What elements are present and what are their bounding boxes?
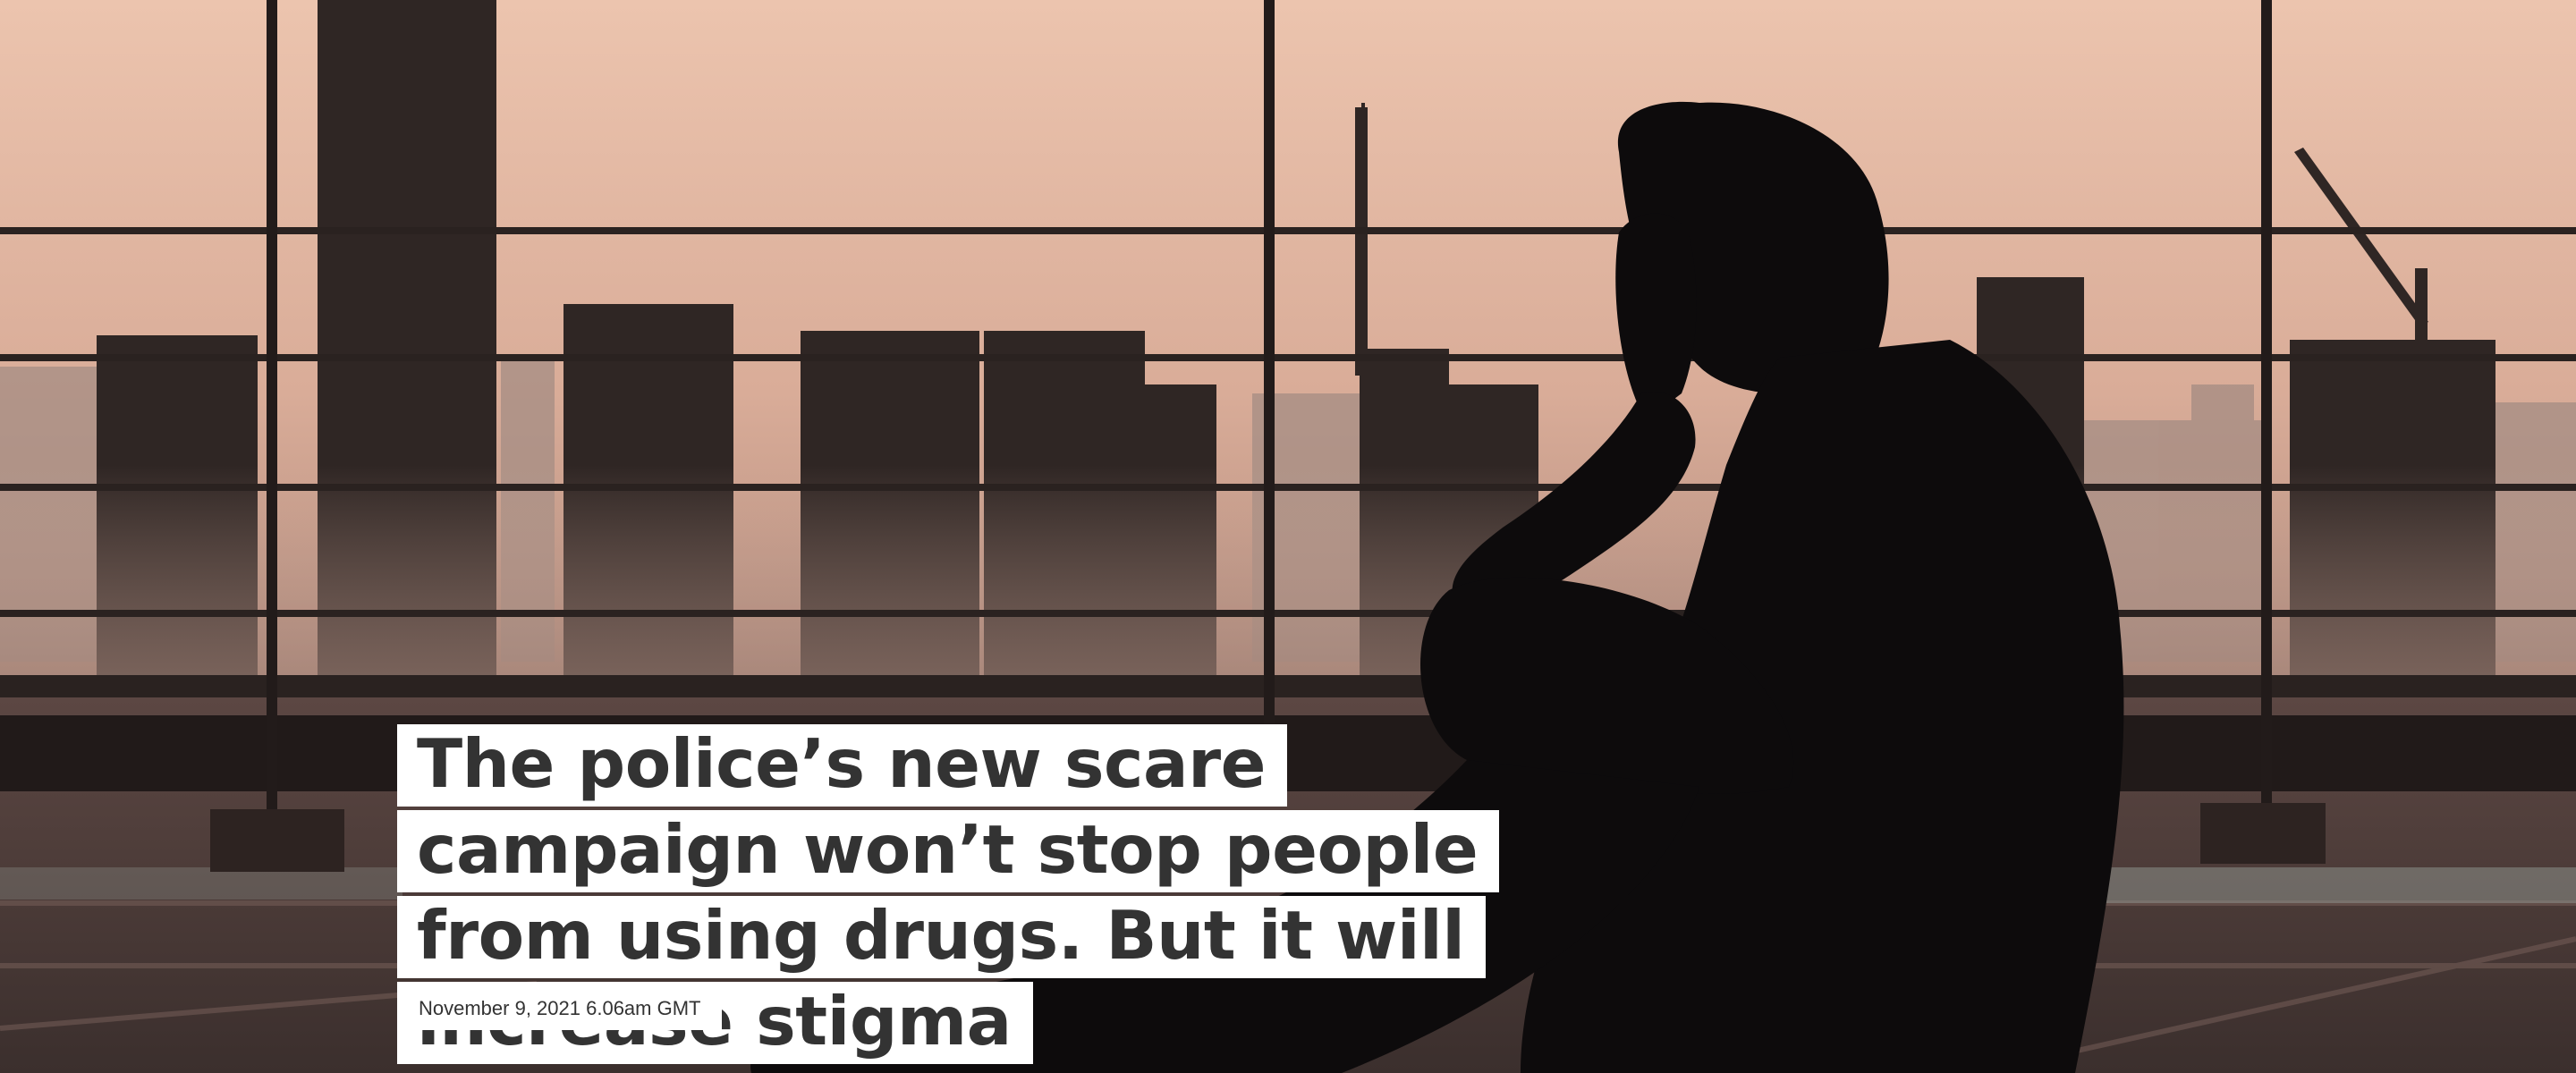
article-hero: The police’s new scare campaign won’t st… (0, 0, 2576, 1073)
article-date: November 9, 2021 6.06am GMT (397, 987, 723, 1030)
